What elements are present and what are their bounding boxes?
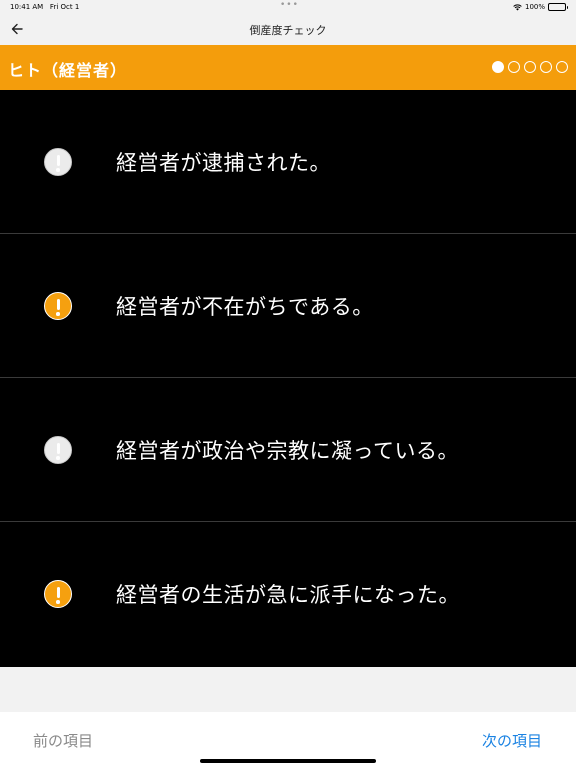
exclamation-circle-icon[interactable] — [44, 292, 72, 320]
page-dot — [508, 61, 520, 73]
status-time: 10:41 AM Fri Oct 1 — [10, 3, 80, 11]
prev-item-button[interactable]: 前の項目 — [33, 730, 93, 751]
multitask-dots-icon[interactable]: ••• — [280, 0, 299, 10]
status-right: 100% — [513, 3, 568, 11]
section-header: ヒト（経営者） — [0, 45, 576, 90]
status-date: Fri Oct 1 — [49, 3, 80, 11]
checklist-item[interactable]: 経営者が不在がちである。 — [0, 234, 576, 378]
status-bar: 10:41 AM Fri Oct 1 ••• 100% — [0, 0, 576, 14]
wifi-icon — [513, 3, 522, 10]
page-title: 倒産度チェック — [249, 24, 327, 37]
checklist-item[interactable]: 経営者が逮捕された。 — [0, 90, 576, 234]
page-dot — [492, 61, 504, 73]
page-dot — [556, 61, 568, 73]
checklist-item[interactable]: 経営者が政治や宗教に凝っている。 — [0, 378, 576, 522]
checklist-item-label: 経営者の生活が急に派手になった。 — [116, 583, 460, 607]
next-item-button[interactable]: 次の項目 — [482, 730, 542, 751]
battery-icon — [548, 3, 568, 11]
page-dot — [524, 61, 536, 73]
page-indicator — [492, 61, 568, 73]
content-spacer — [0, 667, 576, 712]
checklist-item[interactable]: 経営者の生活が急に派手になった。 — [0, 522, 576, 667]
nav-bar: 倒産度チェック — [0, 14, 576, 45]
checklist: 経営者が逮捕された。経営者が不在がちである。経営者が政治や宗教に凝っている。 経営… — [0, 90, 576, 667]
exclamation-circle-icon[interactable] — [44, 148, 72, 176]
checklist-item-label: 経営者が政治や宗教に凝っている。 — [116, 439, 459, 463]
checklist-item-label: 経営者が不在がちである。 — [116, 295, 374, 319]
checklist-item-label: 経営者が逮捕された。 — [116, 151, 331, 175]
exclamation-circle-icon[interactable] — [44, 436, 72, 464]
exclamation-circle-icon[interactable] — [44, 580, 72, 608]
section-title: ヒト（経営者） — [8, 61, 128, 80]
page-dot — [540, 61, 552, 73]
home-indicator[interactable] — [200, 759, 376, 763]
battery-percent: 100% — [524, 3, 545, 11]
